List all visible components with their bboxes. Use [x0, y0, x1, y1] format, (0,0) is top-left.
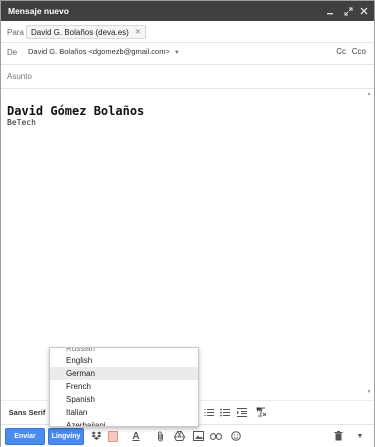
language-option-german[interactable]: German — [50, 367, 198, 380]
language-option-english[interactable]: English — [50, 354, 198, 367]
subject-row[interactable]: Asunto — [1, 65, 374, 89]
compose-titlebar[interactable]: Mensaje nuevo — [1, 1, 374, 21]
insert-photo-icon[interactable] — [191, 429, 205, 443]
from-label: De — [7, 48, 18, 57]
language-dropdown: Russian English German French Spanish It… — [49, 347, 199, 427]
minimize-icon[interactable] — [323, 3, 337, 19]
language-option-french[interactable]: French — [50, 380, 198, 393]
to-label: Para — [7, 28, 24, 37]
expand-icon[interactable] — [341, 3, 355, 19]
signature-company: BeTech — [7, 118, 36, 127]
emoji-icon[interactable] — [229, 429, 243, 443]
send-button[interactable]: Enviar — [5, 428, 45, 445]
bulleted-list-icon[interactable] — [218, 405, 232, 419]
scroll-down-icon[interactable]: ▼ — [366, 389, 372, 395]
close-icon[interactable] — [357, 3, 371, 19]
compose-window: Mensaje nuevo Para David G. Bolaños (dev… — [0, 0, 375, 447]
subject-field[interactable]: Asunto — [7, 72, 32, 81]
indent-more-icon[interactable] — [235, 405, 249, 419]
cc-link[interactable]: Cc — [336, 47, 346, 56]
remove-recipient-icon[interactable]: ✕ — [135, 28, 141, 36]
attach-icon[interactable] — [154, 429, 168, 443]
drive-icon[interactable] — [172, 429, 186, 443]
numbered-list-icon[interactable] — [202, 405, 216, 419]
from-address: David G. Bolaños <dgomezb@gmail.com> — [28, 47, 170, 56]
signature-name: David Gómez Bolaños — [7, 104, 145, 118]
formatting-options-icon[interactable]: A — [129, 429, 143, 443]
to-row[interactable]: Para David G. Bolaños (deva.es) ✕ — [1, 21, 374, 43]
window-title: Mensaje nuevo — [8, 6, 69, 16]
more-options-icon[interactable]: ▼ — [353, 429, 367, 443]
compose-action-bar: Enviar Lingviny A ▼ — [1, 424, 374, 447]
scroll-up-icon[interactable]: ▲ — [366, 91, 372, 97]
from-select[interactable]: David G. Bolaños <dgomezb@gmail.com> ▼ — [28, 47, 180, 56]
dropbox-icon[interactable] — [89, 429, 103, 443]
language-option-spanish[interactable]: Spanish — [50, 393, 198, 406]
recipient-chip[interactable]: David G. Bolaños (deva.es) ✕ — [26, 25, 146, 39]
link-icon[interactable] — [209, 429, 223, 443]
bcc-link[interactable]: Cco — [352, 47, 366, 56]
calendar-app-icon[interactable] — [106, 429, 120, 443]
lingviny-button[interactable]: Lingviny — [48, 428, 84, 445]
from-row: De David G. Bolaños <dgomezb@gmail.com> ▼… — [1, 43, 374, 65]
chevron-down-icon: ▼ — [173, 50, 180, 56]
trash-icon[interactable] — [331, 429, 345, 443]
recipient-name: David G. Bolaños (deva.es) — [31, 27, 129, 37]
remove-formatting-icon[interactable] — [254, 405, 270, 419]
font-select-label: Sans Serif — [8, 407, 46, 417]
language-option-italian[interactable]: Italian — [50, 406, 198, 419]
font-select[interactable]: Sans Serif — [7, 405, 47, 419]
language-option-azerbaijani[interactable]: Azerbaijani — [50, 419, 198, 426]
